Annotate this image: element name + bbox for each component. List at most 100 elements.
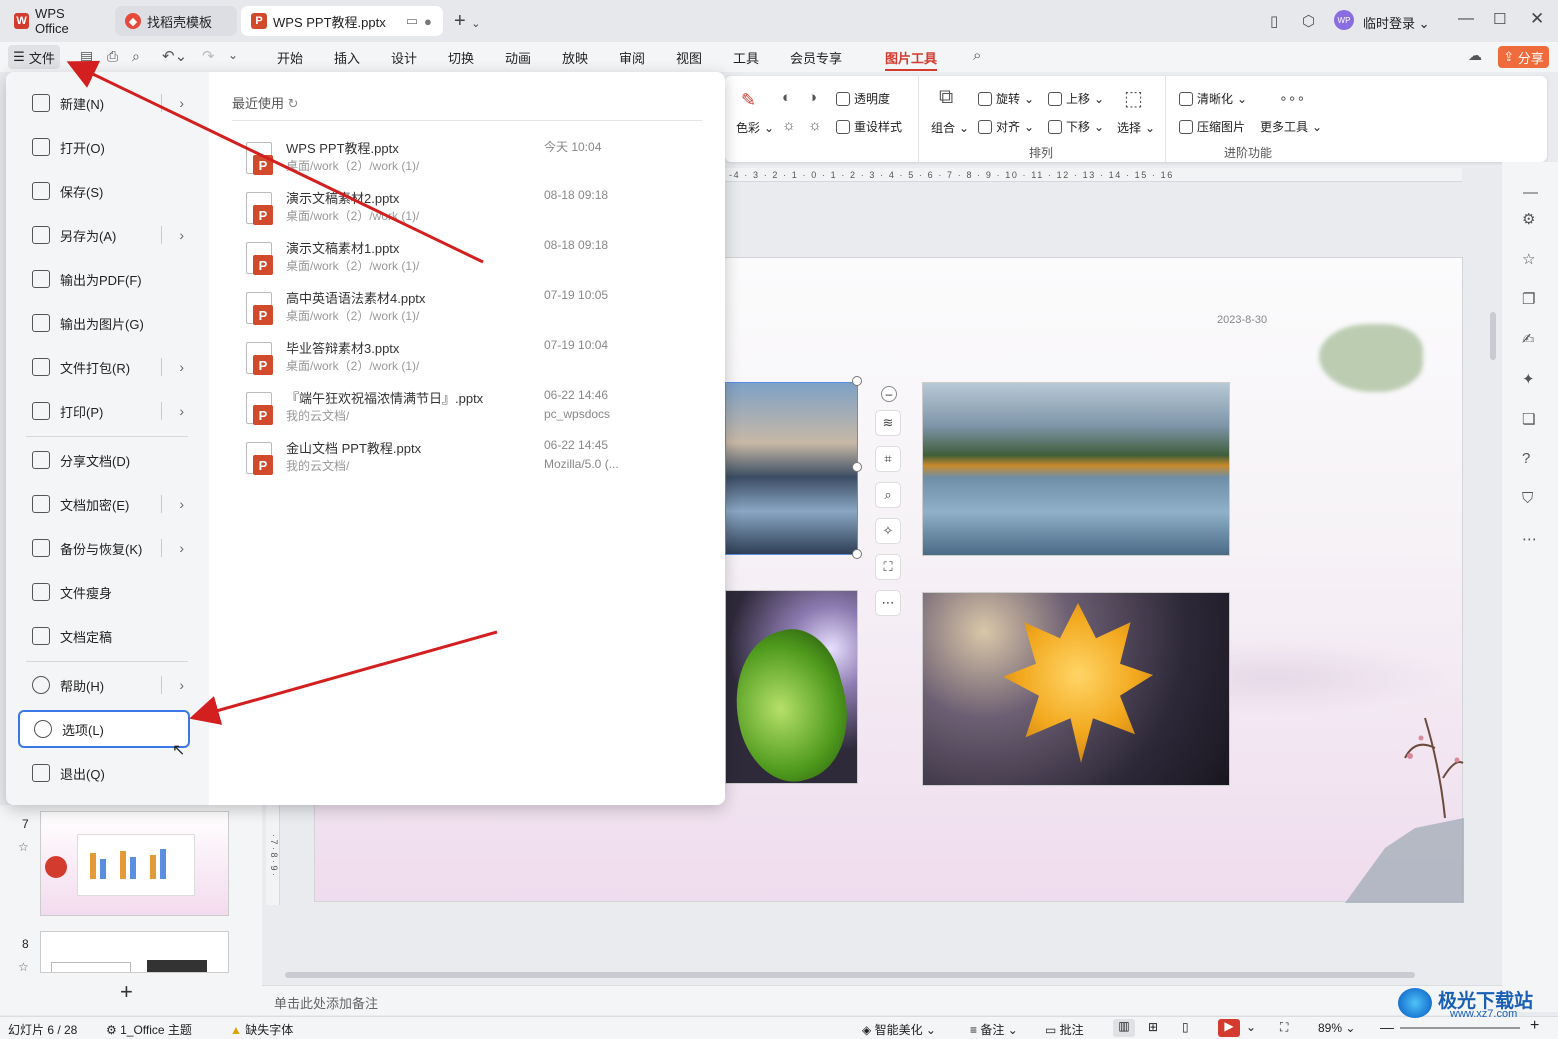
tab-home[interactable]: 开始 (277, 48, 303, 67)
compress-button[interactable]: 压缩图片 (1179, 118, 1245, 135)
file-menu-item-11[interactable]: 文件瘦身 (18, 573, 190, 611)
tab-wps-home[interactable]: W WPS Office (4, 6, 108, 36)
fit-window-icon[interactable]: ⛶ (1280, 1020, 1288, 1035)
star-icon[interactable]: ☆ (18, 960, 29, 974)
grid-view-icon[interactable]: ⊞ (1148, 1020, 1158, 1034)
vertical-scrollbar[interactable] (1490, 312, 1496, 360)
tab-review[interactable]: 审阅 (619, 48, 645, 67)
collapse-panel-icon[interactable]: — (1523, 184, 1538, 201)
tab-template[interactable]: ◆ 找稻壳模板 (115, 6, 237, 36)
zoom-out-icon[interactable]: — (1380, 1019, 1394, 1035)
chevron-right-icon[interactable]: › (179, 403, 184, 419)
slide-thumbnail-7[interactable] (40, 811, 229, 916)
play-options-icon[interactable]: ⌄ (1246, 1020, 1256, 1034)
recolor-icon[interactable]: ✎ (741, 90, 756, 111)
file-menu-item-5[interactable]: 输出为图片(G) (18, 304, 190, 342)
file-menu-item-4[interactable]: 输出为PDF(F) (18, 260, 190, 298)
book-icon[interactable]: ❏ (1522, 410, 1535, 428)
clarify-button[interactable]: 清晰化 ⌄ (1179, 90, 1247, 107)
print-preview-icon[interactable]: ⎙ (107, 48, 118, 65)
save-icon[interactable]: ▤ (80, 48, 93, 65)
resize-handle[interactable] (852, 376, 862, 386)
layout-icon[interactable]: ▯ (1270, 12, 1278, 30)
bring-forward-button[interactable]: 上移 ⌄ (1048, 90, 1104, 107)
file-menu-button[interactable]: ☰ 文件 (8, 45, 60, 69)
star-icon[interactable]: ☆ (18, 840, 29, 854)
tab-insert[interactable]: 插入 (334, 48, 360, 67)
add-slide-button[interactable]: + (120, 979, 133, 1005)
resize-handle[interactable] (852, 462, 862, 472)
more-tools-button[interactable]: 更多工具 ⌄ (1260, 118, 1322, 135)
smart-beautify-button[interactable]: ◈ 智能美化 ⌄ (862, 1021, 936, 1038)
tab-transition[interactable]: 切换 (448, 48, 474, 67)
wand-icon[interactable]: ✦ (1522, 370, 1535, 388)
theme-button[interactable]: ⚙ 1_Office 主题 (106, 1021, 192, 1038)
recent-file-row[interactable]: P 高中英语语法素材4.pptx 桌面/work（2）/work (1)/ 07-19… (246, 286, 726, 334)
more-dots-icon[interactable]: ∘∘∘ (1279, 90, 1305, 107)
cloud-icon[interactable]: ☁ (1468, 47, 1482, 64)
screen-icon[interactable]: ▭ (406, 13, 418, 29)
star-icon[interactable]: ☆ (1522, 250, 1535, 268)
align-button[interactable]: 对齐 ⌄ (978, 118, 1034, 135)
login-button[interactable]: 临时登录 ⌄ (1363, 13, 1430, 32)
recent-file-row[interactable]: P 毕业答辩素材3.pptx 桌面/work（2）/work (1)/ 07-19 1… (246, 336, 726, 384)
color-button[interactable]: 色彩 ⌄ (736, 119, 774, 136)
notes-pane[interactable]: 单击此处添加备注 (262, 985, 1502, 1015)
maximize-icon[interactable]: ☐ (1493, 10, 1506, 28)
resize-handle[interactable] (852, 549, 862, 559)
green-leaf-photo[interactable] (718, 590, 864, 793)
shirt-icon[interactable]: ⛉ (1522, 490, 1533, 507)
tab-document[interactable]: P WPS PPT教程.pptx ▭ ● (241, 6, 443, 36)
file-menu-item-8[interactable]: 分享文档(D) (18, 441, 190, 479)
reset-style-button[interactable]: 重设样式 (836, 118, 902, 135)
select-button[interactable]: 选择 ⌄ (1117, 119, 1155, 136)
new-tab-button[interactable]: + ⌄ (454, 10, 480, 33)
tab-animation[interactable]: 动画 (505, 48, 531, 67)
help-icon[interactable]: ? (1522, 450, 1530, 467)
brightness-up-icon[interactable]: ◐ (782, 89, 791, 106)
find-icon[interactable]: ⌕ (132, 48, 140, 65)
combine-icon[interactable]: ⧉ (939, 86, 953, 109)
recent-file-row[interactable]: P 金山文档 PPT教程.pptx 我的云文档/06-22 14:45 Mozilla… (246, 436, 726, 484)
transparency-button[interactable]: 透明度 (836, 90, 890, 107)
recent-file-row[interactable]: P 演示文稿素材1.pptx 桌面/work（2）/work (1)/ 08-18 0… (246, 236, 726, 284)
recent-file-row[interactable]: P 演示文稿素材2.pptx 桌面/work（2）/work (1)/ 08-18 0… (246, 186, 726, 234)
share-button[interactable]: ⇪ 分享 (1498, 46, 1549, 68)
more-quick-icon[interactable]: ⌄ (228, 48, 238, 62)
chevron-right-icon[interactable]: › (179, 227, 184, 243)
file-menu-item-0[interactable]: 新建(N) › (18, 84, 190, 122)
zoom-level[interactable]: 89% ⌄ (1318, 1021, 1355, 1035)
combine-button[interactable]: 组合 ⌄ (931, 119, 969, 136)
crop-icon[interactable]: ⌗ (875, 446, 901, 472)
horizontal-scrollbar[interactable] (285, 972, 1415, 978)
tab-design[interactable]: 设计 (391, 48, 417, 67)
file-menu-item-1[interactable]: 打开(O) (18, 128, 190, 166)
tab-member[interactable]: 会员专享 (790, 48, 842, 67)
contrast-up-icon[interactable]: ☼ (782, 117, 796, 134)
notes-button[interactable]: ≡ 备注 ⌄ (970, 1021, 1018, 1038)
file-menu-item-9[interactable]: 文档加密(E) › (18, 485, 190, 523)
file-menu-item-15[interactable]: 退出(Q) (18, 754, 190, 792)
cube-icon[interactable]: ⬡ (1302, 12, 1315, 30)
missing-font-button[interactable]: ▲ 缺失字体 (230, 1021, 293, 1038)
minimize-icon[interactable]: — (1458, 10, 1474, 28)
normal-view-icon[interactable]: ▥ (1113, 1019, 1135, 1037)
autumn-leaf-photo[interactable] (922, 592, 1230, 786)
chevron-right-icon[interactable]: › (179, 95, 184, 111)
zoom-icon[interactable]: ⌕ (875, 482, 901, 508)
tab-tools[interactable]: 工具 (733, 48, 759, 67)
file-menu-item-2[interactable]: 保存(S) (18, 172, 190, 210)
more-options-icon[interactable]: ⋯ (1522, 530, 1537, 548)
chevron-right-icon[interactable]: › (179, 540, 184, 556)
brightness-down-icon[interactable]: ◑ (808, 89, 817, 106)
recent-file-row[interactable]: P WPS PPT教程.pptx 桌面/work（2）/work (1)/ 今天 10… (246, 136, 726, 184)
chevron-right-icon[interactable]: › (179, 677, 184, 693)
select-icon[interactable]: ⬚ (1124, 86, 1143, 111)
magic-icon[interactable]: ✧ (875, 518, 901, 544)
tab-picture-tools[interactable]: 图片工具 (885, 48, 938, 71)
lake-sunset-photo[interactable] (725, 382, 858, 555)
close-icon[interactable]: ✕ (1530, 9, 1544, 29)
avatar[interactable]: WP (1334, 10, 1354, 30)
contrast-down-icon[interactable]: ☼ (808, 117, 822, 134)
file-menu-item-14[interactable]: 选项(L) (18, 710, 190, 748)
